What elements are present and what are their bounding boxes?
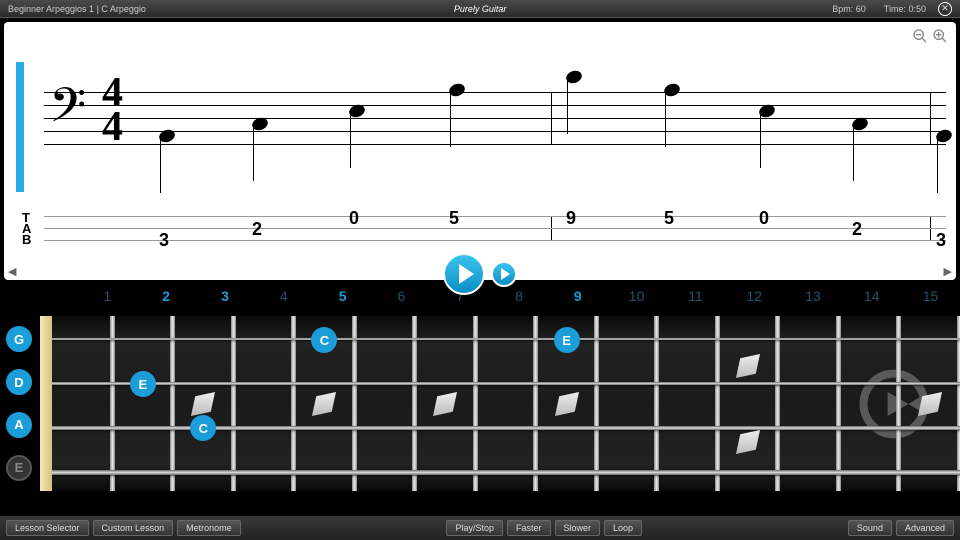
tab-number: 3 bbox=[936, 230, 946, 251]
fret-wire bbox=[170, 316, 175, 491]
bottom-toolbar: Lesson Selector Custom Lesson Metronome … bbox=[0, 516, 960, 540]
note-stem bbox=[760, 113, 761, 168]
notation-panel: 𝄢 4 4 TAB 320595023 ◀ ▶ bbox=[4, 22, 956, 280]
fret-number: 15 bbox=[901, 288, 960, 306]
note-stem bbox=[853, 126, 854, 181]
advanced-button[interactable]: Advanced bbox=[896, 520, 954, 536]
next-page-icon[interactable]: ▶ bbox=[944, 265, 952, 278]
fret-number: 2 bbox=[137, 288, 196, 306]
fret-wire bbox=[594, 316, 599, 491]
fret-wire bbox=[352, 316, 357, 491]
fret-number: 11 bbox=[666, 288, 725, 306]
fret-inlay bbox=[547, 384, 587, 424]
zoom-out-icon[interactable] bbox=[912, 28, 928, 44]
fret-number: 12 bbox=[725, 288, 784, 306]
fret-wire bbox=[533, 316, 538, 491]
custom-lesson-button[interactable]: Custom Lesson bbox=[93, 520, 174, 536]
tab-number: 2 bbox=[252, 219, 262, 240]
fret-wire bbox=[654, 316, 659, 491]
fret-number: 13 bbox=[784, 288, 843, 306]
tab-number: 0 bbox=[349, 208, 359, 229]
fretboard-area: GDAE CEEC bbox=[0, 306, 960, 501]
note-stem bbox=[160, 138, 161, 193]
fret-number: 9 bbox=[548, 288, 607, 306]
note-marker[interactable]: E bbox=[130, 371, 156, 397]
tab-number: 2 bbox=[852, 219, 862, 240]
note-stem bbox=[665, 92, 666, 147]
faster-button[interactable]: Faster bbox=[507, 520, 551, 536]
fret-number: 14 bbox=[842, 288, 901, 306]
sound-button[interactable]: Sound bbox=[848, 520, 892, 536]
fret-wire bbox=[412, 316, 417, 491]
titlebar: Beginner Arpeggios 1 | C Arpeggio Purely… bbox=[0, 0, 960, 18]
fret-inlay bbox=[305, 384, 345, 424]
play-button[interactable] bbox=[443, 253, 485, 295]
fret-wire bbox=[473, 316, 478, 491]
fret-wire bbox=[291, 316, 296, 491]
fret-inlay bbox=[426, 384, 466, 424]
fret-wire bbox=[715, 316, 720, 491]
fret-number: 1 bbox=[78, 288, 137, 306]
tab-number: 0 bbox=[759, 208, 769, 229]
brand-logo: Purely Guitar bbox=[454, 4, 507, 14]
fret-number: 6 bbox=[372, 288, 431, 306]
note-stem bbox=[450, 92, 451, 147]
string bbox=[52, 382, 960, 385]
playback-cursor bbox=[16, 62, 24, 192]
bpm-label: Bpm: 60 bbox=[832, 4, 866, 14]
tab-number: 5 bbox=[449, 208, 459, 229]
string-label[interactable]: D bbox=[6, 369, 32, 395]
metronome-button[interactable]: Metronome bbox=[177, 520, 241, 536]
string bbox=[52, 470, 960, 475]
close-button[interactable]: ✕ bbox=[938, 2, 952, 16]
fret-wire bbox=[231, 316, 236, 491]
tab-staff bbox=[44, 216, 946, 252]
note-stem bbox=[567, 79, 568, 134]
barline bbox=[930, 92, 931, 144]
play-from-button[interactable] bbox=[491, 261, 517, 287]
tab-number: 5 bbox=[664, 208, 674, 229]
fret-wire bbox=[896, 316, 901, 491]
fret-number: 10 bbox=[607, 288, 666, 306]
prev-page-icon[interactable]: ◀ bbox=[8, 265, 16, 278]
fretboard[interactable]: C E E C bbox=[52, 316, 960, 491]
play-stop-button[interactable]: Play/Stop bbox=[446, 520, 503, 536]
string bbox=[52, 338, 960, 340]
tab-number: 9 bbox=[566, 208, 576, 229]
note-stem bbox=[253, 126, 254, 181]
string-label[interactable]: E bbox=[6, 455, 32, 481]
fret-wire bbox=[836, 316, 841, 491]
tab-label: TAB bbox=[22, 212, 31, 245]
note-marker[interactable]: C bbox=[190, 415, 216, 441]
lesson-title: Beginner Arpeggios 1 | C Arpeggio bbox=[8, 4, 146, 14]
fret-wire bbox=[775, 316, 780, 491]
nut bbox=[40, 316, 52, 491]
note-stem bbox=[350, 113, 351, 168]
zoom-in-icon[interactable] bbox=[932, 28, 948, 44]
fret-number: 5 bbox=[313, 288, 372, 306]
fret-inlay bbox=[728, 346, 768, 386]
play-controls bbox=[443, 253, 517, 295]
string-labels: GDAE bbox=[0, 306, 40, 501]
string bbox=[52, 426, 960, 430]
string-label[interactable]: G bbox=[6, 326, 32, 352]
note-marker[interactable]: C bbox=[311, 327, 337, 353]
barline bbox=[551, 92, 552, 144]
loop-button[interactable]: Loop bbox=[604, 520, 642, 536]
note-marker[interactable]: E bbox=[554, 327, 580, 353]
fret-number: 3 bbox=[196, 288, 255, 306]
note-stem bbox=[937, 138, 938, 193]
time-label: Time: 0:50 bbox=[884, 4, 926, 14]
staff bbox=[44, 92, 946, 157]
lesson-selector-button[interactable]: Lesson Selector bbox=[6, 520, 89, 536]
slower-button[interactable]: Slower bbox=[555, 520, 601, 536]
string-label[interactable]: A bbox=[6, 412, 32, 438]
tab-number: 3 bbox=[159, 230, 169, 251]
fret-number: 4 bbox=[254, 288, 313, 306]
fret-wire bbox=[110, 316, 115, 491]
